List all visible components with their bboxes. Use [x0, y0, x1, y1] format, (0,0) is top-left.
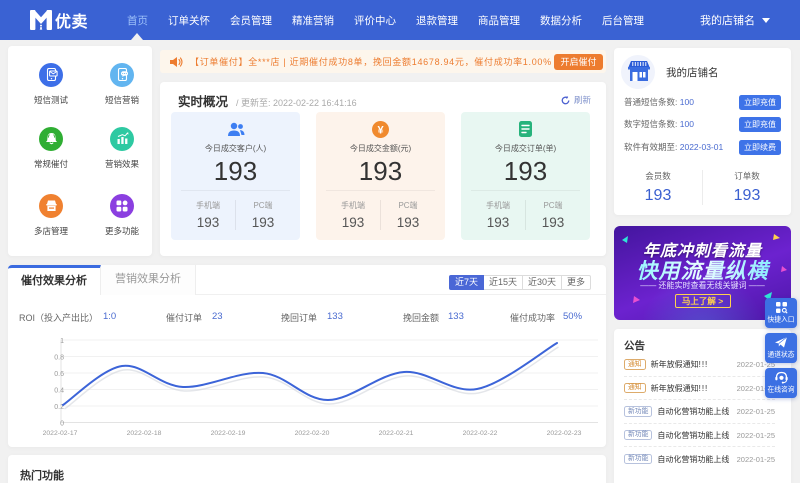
svg-text:¥: ¥	[377, 125, 384, 137]
svg-text:2022-02-23: 2022-02-23	[547, 430, 582, 437]
svg-text:0.6: 0.6	[54, 371, 64, 378]
svg-text:1: 1	[60, 338, 64, 345]
svg-text:2022-02-20: 2022-02-20	[295, 430, 330, 437]
svg-text:2022-02-21: 2022-02-21	[379, 430, 414, 437]
svg-text:2022-02-17: 2022-02-17	[43, 430, 78, 437]
svg-text:0.4: 0.4	[54, 388, 64, 395]
svg-text:0.8: 0.8	[54, 355, 64, 362]
svg-text:2022-02-22: 2022-02-22	[463, 430, 498, 437]
svg-text:2022-02-18: 2022-02-18	[127, 430, 162, 437]
svg-text:2022-02-19: 2022-02-19	[211, 430, 246, 437]
svg-text:0: 0	[60, 421, 64, 428]
